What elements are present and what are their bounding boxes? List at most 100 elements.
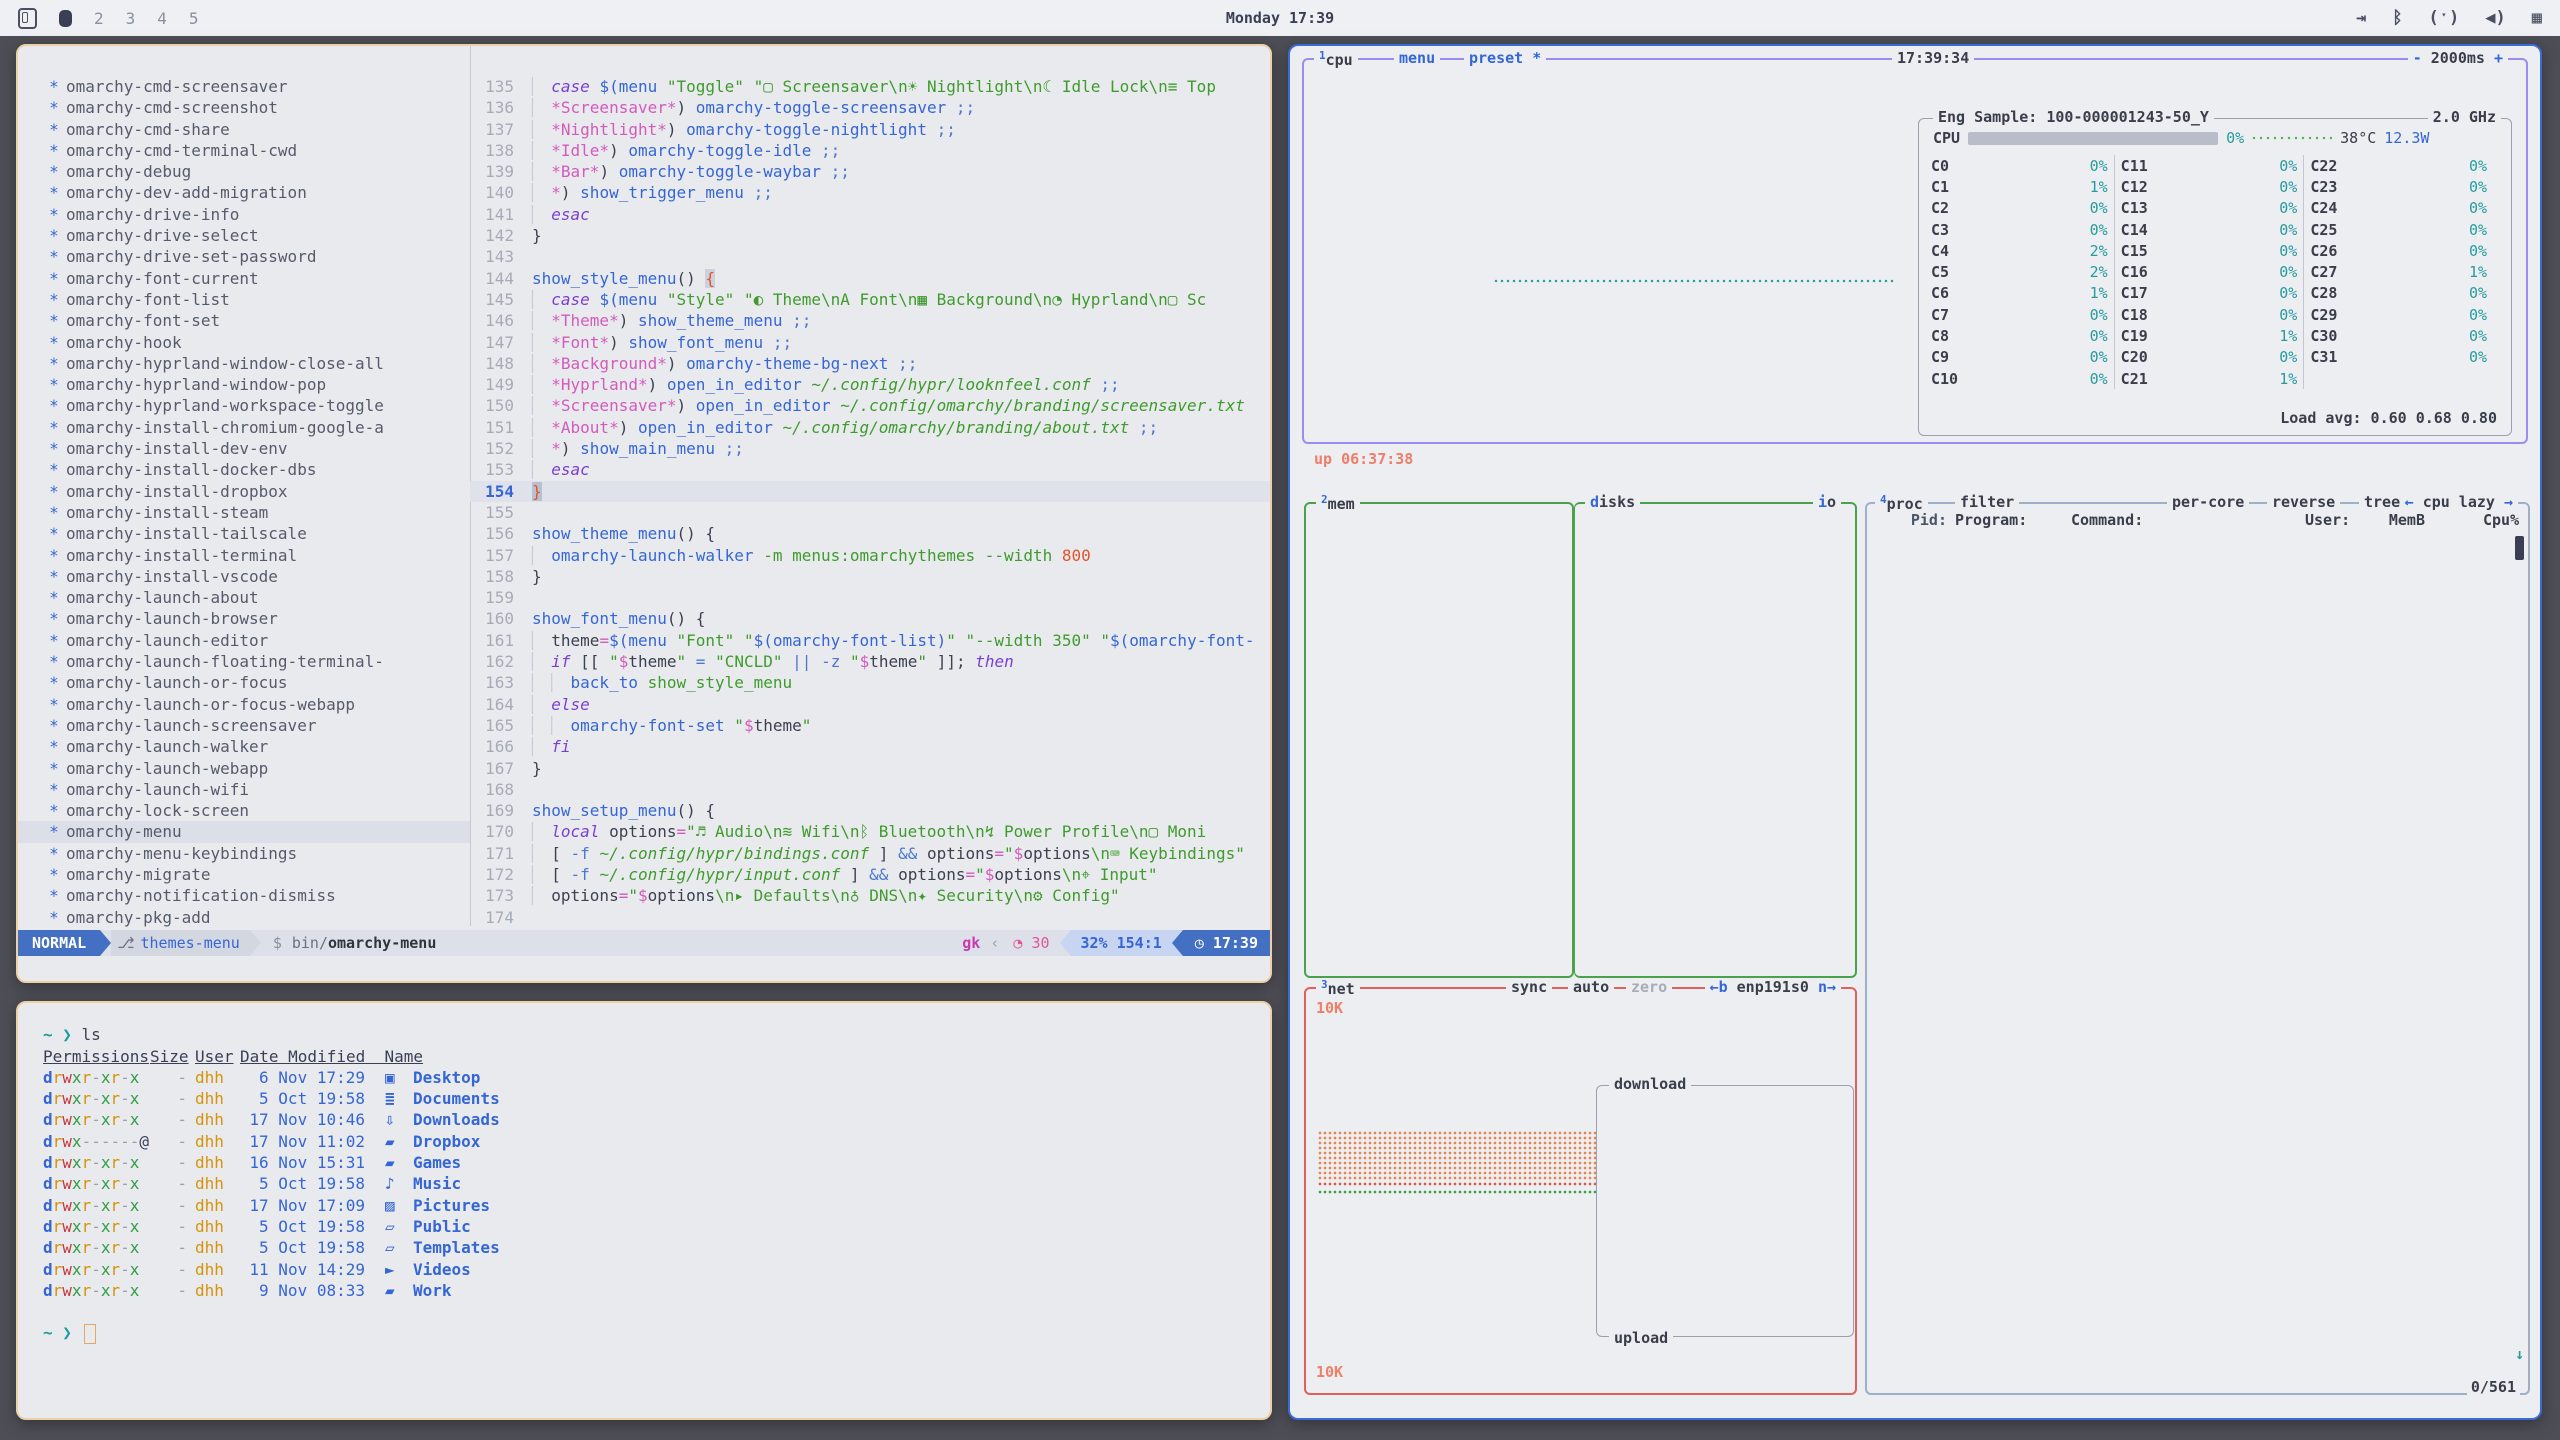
menu-button[interactable]: menu [1394,49,1440,67]
tab-proc[interactable]: 4proc [1875,493,1928,513]
workspace-4[interactable]: 4 [157,9,167,28]
code-line[interactable]: 152▏ *) show_main_menu ;; [470,438,1270,459]
code-line[interactable]: 157▏ omarchy-launch-walker -m menus:omar… [470,545,1270,566]
tab-disks[interactable]: disks [1585,493,1640,511]
file-item[interactable]: *omarchy-launch-floating-terminal- [18,651,470,672]
file-item[interactable]: *omarchy-migrate [18,864,470,885]
io-toggle[interactable]: io [1813,493,1841,511]
code-line[interactable]: 150▏ *Screensaver*) open_in_editor ~/.co… [470,395,1270,416]
code-line[interactable]: 151▏ *About*) open_in_editor ~/.config/o… [470,417,1270,438]
file-item[interactable]: *omarchy-hyprland-workspace-toggle [18,395,470,416]
dir-name[interactable]: ▱Public [365,1216,1270,1237]
code-line[interactable]: 173▏ options="$options\n▸ Defaults\n♁ DN… [470,885,1270,906]
code-line[interactable]: 164▏ else [470,694,1270,715]
file-item[interactable]: *omarchy-install-terminal [18,545,470,566]
code-line[interactable]: 149▏ *Hyprland*) open_in_editor ~/.confi… [470,374,1270,395]
net-interface-switcher[interactable]: ←b enp191s0 n→ [1705,978,1841,996]
tab-cpu[interactable]: 1cpu [1314,49,1358,69]
file-item[interactable]: *omarchy-launch-screensaver [18,715,470,736]
file-item[interactable]: *omarchy-debug [18,161,470,182]
code-line[interactable]: 162▏ if [[ "$theme" = "CNCLD" || -z "$th… [470,651,1270,672]
code-line[interactable]: 144show_style_menu() { [470,268,1270,289]
code-line[interactable]: 138▏ *Idle*) omarchy-toggle-idle ;; [470,140,1270,161]
net-auto-toggle[interactable]: auto [1568,978,1614,996]
file-item[interactable]: *omarchy-launch-walker [18,736,470,757]
workspace-5[interactable]: 5 [189,9,199,28]
code-line[interactable]: 143 [470,246,1270,267]
file-item[interactable]: *omarchy-pkg-add [18,907,470,928]
code-line[interactable]: 165▏ ▏ omarchy-font-set "$theme" [470,715,1270,736]
code-line[interactable]: 155 [470,502,1270,523]
dir-name[interactable]: ▣Desktop [365,1067,1270,1088]
dir-name[interactable]: ≣Documents [365,1088,1270,1109]
logout-icon[interactable]: ⇥ [2356,8,2366,28]
process-header[interactable]: Pid: Program: Command: User: MemB Cpu% ↑ [1867,510,2528,531]
per-core-toggle[interactable]: per-core [2167,493,2249,511]
file-item[interactable]: *omarchy-install-docker-dbs [18,459,470,480]
file-item[interactable]: *omarchy-drive-select [18,225,470,246]
dir-name[interactable]: ⇩Downloads [365,1109,1270,1130]
tree-toggle[interactable]: tree [2359,493,2405,511]
file-item[interactable]: *omarchy-launch-webapp [18,758,470,779]
code-line[interactable]: 161▏ theme=$(menu "Font" "$(omarchy-font… [470,630,1270,651]
code-line[interactable]: 136▏ *Screensaver*) omarchy-toggle-scree… [470,97,1270,118]
tab-mem[interactable]: 2mem [1316,493,1360,513]
workspace-2[interactable]: 2 [94,9,104,28]
file-item[interactable]: *omarchy-launch-or-focus [18,672,470,693]
net-zero-toggle[interactable]: zero [1626,978,1672,996]
net-sync-toggle[interactable]: sync [1506,978,1552,996]
file-item[interactable]: *omarchy-cmd-screensaver [18,76,470,97]
reverse-toggle[interactable]: reverse [2267,493,2340,511]
code-line[interactable]: 142} [470,225,1270,246]
file-item[interactable]: *omarchy-install-vscode [18,566,470,587]
update-interval[interactable]: - 2000ms + [2408,49,2508,67]
code-line[interactable]: 159 [470,587,1270,608]
code-line[interactable]: 147▏ *Font*) show_font_menu ;; [470,332,1270,353]
workspace-3[interactable]: 3 [126,9,136,28]
code-line[interactable]: 169show_setup_menu() { [470,800,1270,821]
file-item[interactable]: *omarchy-font-list [18,289,470,310]
code-buffer[interactable]: 135▏ case $(menu "Toggle" "▢ Screensaver… [470,76,1270,928]
code-line[interactable]: 167} [470,758,1270,779]
scroll-down-icon[interactable]: ↓ [2515,1345,2524,1363]
file-item[interactable]: *omarchy-cmd-terminal-cwd [18,140,470,161]
code-line[interactable]: 160show_font_menu() { [470,608,1270,629]
file-item[interactable]: *omarchy-menu-keybindings [18,843,470,864]
shell-prompt[interactable]: ~ ❯ [18,1322,1270,1343]
file-item[interactable]: *omarchy-launch-editor [18,630,470,651]
code-line[interactable]: 148▏ *Background*) omarchy-theme-bg-next… [470,353,1270,374]
code-line[interactable]: 174 [470,907,1270,928]
file-item[interactable]: *omarchy-launch-browser [18,608,470,629]
file-item[interactable]: *omarchy-menu [18,821,470,842]
wifi-icon[interactable]: (ˑ) [2429,8,2460,28]
file-item[interactable]: *omarchy-drive-info [18,204,470,225]
terminal-window[interactable]: ~ ❯ lsPermissionsSizeUserDate Modified N… [16,1001,1272,1420]
code-line[interactable]: 145▏ case $(menu "Style" "◐ Theme\nA Fon… [470,289,1270,310]
code-line[interactable]: 135▏ case $(menu "Toggle" "▢ Screensaver… [470,76,1270,97]
file-item[interactable]: *omarchy-dev-add-migration [18,182,470,203]
file-item[interactable]: *omarchy-launch-or-focus-webapp [18,694,470,715]
file-item[interactable]: *omarchy-hook [18,332,470,353]
file-item[interactable]: *omarchy-install-chromium-google-a [18,417,470,438]
file-item[interactable]: *omarchy-launch-wifi [18,779,470,800]
code-line[interactable]: 166▏ fi [470,736,1270,757]
sort-selector[interactable]: ← cpu lazy → [2400,493,2518,511]
code-line[interactable]: 158} [470,566,1270,587]
filter-button[interactable]: filter [1955,493,2019,511]
file-item[interactable]: *omarchy-notification-dismiss [18,885,470,906]
neovim-window[interactable]: *omarchy-cmd-screensaver*omarchy-cmd-scr… [16,44,1272,983]
file-item[interactable]: *omarchy-install-dropbox [18,481,470,502]
dir-name[interactable]: ▰Dropbox [365,1131,1270,1152]
file-item[interactable]: *omarchy-cmd-share [18,119,470,140]
preset-button[interactable]: preset * [1464,49,1546,67]
file-item[interactable]: *omarchy-hyprland-window-close-all [18,353,470,374]
code-line[interactable]: 154} [470,481,1270,502]
file-item[interactable]: *omarchy-cmd-screenshot [18,97,470,118]
dir-name[interactable]: ▰Work [365,1280,1270,1301]
scrollbar-thumb[interactable] [2515,536,2524,560]
code-line[interactable]: 141▏ esac [470,204,1270,225]
volume-icon[interactable]: ◀) [2485,8,2505,28]
code-line[interactable]: 139▏ *Bar*) omarchy-toggle-waybar ;; [470,161,1270,182]
code-line[interactable]: 140▏ *) show_trigger_menu ;; [470,182,1270,203]
file-item[interactable]: *omarchy-drive-set-password [18,246,470,267]
